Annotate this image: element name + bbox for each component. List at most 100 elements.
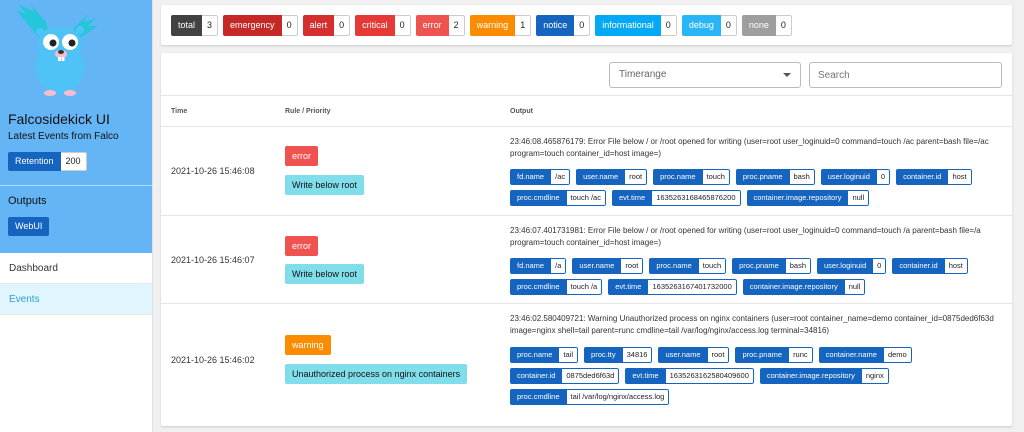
app-title: Falcosidekick UI (8, 111, 110, 127)
field-tag: user.name root (658, 347, 730, 363)
field-tag: proc.cmdline tail /var/log/nginx/access.l… (510, 389, 670, 405)
field-value: root (707, 347, 730, 363)
field-key: proc.name (653, 169, 703, 185)
field-key: proc.pname (732, 258, 786, 274)
row-time: 2021-10-26 15:46:08 (171, 166, 255, 176)
rule-badge: Write below root (285, 264, 364, 284)
sidebar-divider (0, 185, 153, 186)
field-value: null (844, 279, 866, 295)
field-value: runc (789, 347, 813, 363)
priority-chip-critical[interactable]: critical 0 (355, 15, 411, 36)
field-tag: proc.tty 34816 (584, 347, 653, 363)
field-key: container.image.repository (746, 190, 849, 206)
table-row: 2021-10-26 15:46:07 error Write below ro… (161, 216, 1012, 304)
row-fields: fd.name/a user.name root proc.name touch proc… (510, 258, 1005, 295)
priority-chip-label: none (741, 15, 776, 36)
header-time[interactable]: Time (171, 108, 187, 115)
field-tag: container.image.repository null (746, 190, 870, 206)
rule-badge: Unauthorized process on nginx containers (285, 364, 468, 384)
priority-chip-label: error (415, 15, 449, 36)
retention-badge: Retention 200 (8, 152, 87, 171)
field-value: nginx (861, 368, 889, 384)
priority-chip-emergency[interactable]: emergency 0 (223, 15, 298, 36)
field-tag: container.id host (892, 258, 968, 274)
field-tag: user.loginuid 0 (820, 169, 891, 185)
priority-chip-count: 0 (281, 15, 298, 36)
priority-chip-count: 0 (775, 15, 792, 36)
field-value: demo (883, 347, 912, 363)
field-key: evt.time (625, 368, 666, 384)
field-value: 34816 (622, 347, 653, 363)
field-value: /ac (551, 169, 571, 185)
nav-item-events[interactable]: Events (0, 284, 152, 315)
priority-chip-error[interactable]: error 2 (415, 15, 465, 36)
field-key: fd.name (510, 169, 552, 185)
retention-label: Retention (8, 152, 61, 171)
field-value: tail /var/log/nginx/access.log (566, 389, 670, 405)
field-tag: proc.name touch (653, 169, 730, 185)
priority-chip-warning[interactable]: warning 1 (469, 15, 532, 36)
priority-chip-notice[interactable]: notice 0 (536, 15, 591, 36)
field-key: proc.pname (735, 347, 790, 363)
field-value: 1635263168465876200 (652, 190, 741, 206)
priority-chip-label: total (171, 15, 203, 36)
field-key: proc.tty (584, 347, 623, 363)
field-value: bash (789, 169, 815, 185)
row-time: 2021-10-26 15:46:07 (171, 255, 255, 265)
table-row: 2021-10-26 15:46:08 error Write below ro… (161, 127, 1012, 216)
row-time: 2021-10-26 15:46:02 (171, 355, 255, 365)
field-value: touch /a (566, 279, 603, 295)
search-input[interactable] (809, 62, 1002, 88)
priority-chip-count: 2 (448, 15, 465, 36)
field-value: null (848, 190, 870, 206)
priority-chip-count: 3 (202, 15, 219, 36)
retention-value: 200 (60, 152, 87, 171)
field-value: /a (551, 258, 567, 274)
field-key: user.loginuid (817, 258, 874, 274)
field-tag: proc.pname bash (732, 258, 812, 274)
priority-chip-debug[interactable]: debug 0 (681, 15, 737, 36)
field-key: user.name (576, 169, 626, 185)
field-value: touch (702, 169, 730, 185)
field-key: evt.time (611, 190, 653, 206)
field-value: host (944, 258, 968, 274)
field-value: host (948, 169, 972, 185)
header-rule-priority[interactable]: Rule / Priority (285, 108, 331, 115)
field-key: container.id (510, 368, 563, 384)
priority-badge: error (285, 236, 319, 256)
field-value: bash (785, 258, 812, 274)
table-row: 2021-10-26 15:46:02 warning Unauthorized… (161, 304, 1012, 426)
priority-chip-total[interactable]: total 3 (171, 15, 219, 36)
field-key: container.id (892, 258, 945, 274)
field-tag: container.id 0875ded6f63d (510, 368, 620, 384)
priority-chip-informational[interactable]: informational 0 (595, 15, 677, 36)
timerange-placeholder: Timerange (619, 69, 667, 80)
sidebar: Falcosidekick UI Latest Events from Falc… (0, 0, 153, 432)
field-value: root (625, 169, 648, 185)
field-key: proc.pname (735, 169, 790, 185)
field-tag: proc.cmdline touch /ac (510, 190, 606, 206)
priority-chip-alert[interactable]: alert 0 (302, 15, 351, 36)
header-output[interactable]: Output (510, 108, 533, 115)
row-output: 23:46:08.465876179: Error File below / o… (510, 137, 989, 158)
field-tag: user.loginuid 0 (817, 258, 887, 274)
field-key: evt.time (608, 279, 649, 295)
field-value: tail (559, 347, 579, 363)
field-key: user.name (658, 347, 708, 363)
webui-output-badge: WebUI (8, 217, 50, 236)
field-value: 1635263162580409600 (665, 368, 754, 384)
field-key: container.image.repository (759, 368, 862, 384)
priority-chip-none[interactable]: none 0 (741, 15, 792, 36)
priority-chip-label: emergency (223, 15, 282, 36)
field-tag: proc.name tail (510, 347, 579, 363)
timerange-select[interactable]: Timerange (609, 62, 801, 88)
nav-item-dashboard[interactable]: Dashboard (0, 253, 152, 284)
priority-badge: error (285, 146, 319, 166)
field-value: 0875ded6f63d (562, 368, 620, 384)
priority-chip-label: critical (355, 15, 395, 36)
field-value: 1635263167401732000 (648, 279, 737, 295)
field-key: container.id (896, 169, 949, 185)
field-value: touch /ac (566, 190, 606, 206)
field-tag: user.name root (572, 258, 644, 274)
field-key: proc.name (649, 258, 699, 274)
